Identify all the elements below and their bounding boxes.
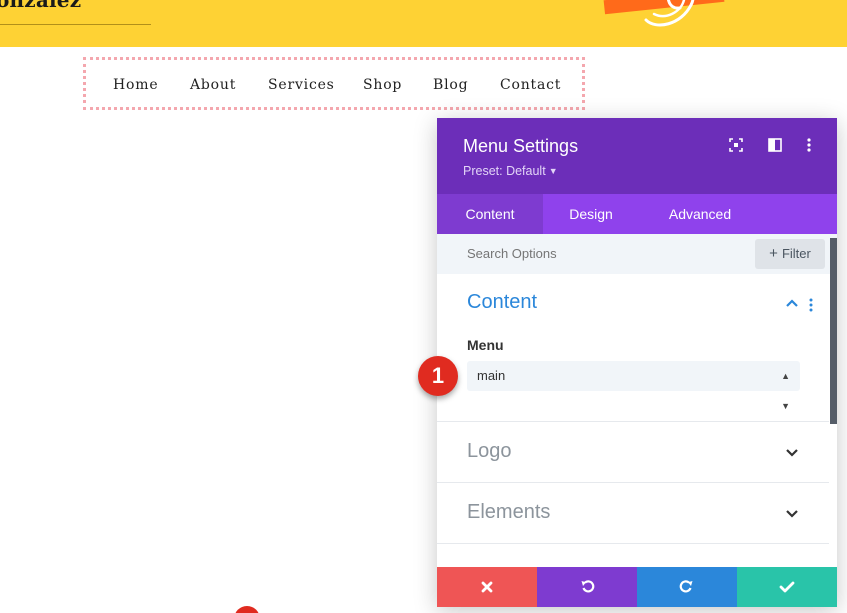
tab-content[interactable]: Content	[437, 194, 543, 234]
logo-section-title: Logo	[467, 440, 512, 462]
caret-down-icon: ▼	[548, 166, 558, 176]
preset-label: Preset: Default	[463, 164, 546, 178]
nav-item-contact[interactable]: Contact	[500, 77, 561, 93]
elements-section-title: Elements	[467, 501, 551, 523]
partial-step-badge	[234, 606, 260, 613]
site-header: onzalez	[0, 0, 847, 47]
tab-design[interactable]: Design	[543, 194, 639, 234]
divider	[437, 543, 829, 544]
split-view-icon[interactable]	[767, 137, 783, 153]
site-title[interactable]: onzalez	[0, 0, 81, 12]
preset-selector[interactable]: Preset: Default ▼	[463, 164, 558, 178]
redo-button[interactable]	[637, 567, 737, 607]
save-button[interactable]	[737, 567, 837, 607]
nav-item-shop[interactable]: Shop	[363, 77, 402, 93]
settings-tabs: Content Design Advanced	[437, 194, 837, 234]
modal-header: Menu Settings Preset: Default ▼	[437, 118, 837, 194]
decorative-swirl-icon	[644, 0, 695, 27]
logo-section-toggle[interactable]: Logo	[437, 422, 829, 482]
search-options-input[interactable]	[467, 246, 727, 261]
menu-module[interactable]: Home About Services Shop Blog Contact	[83, 57, 585, 110]
menu-field-label: Menu	[467, 337, 504, 353]
nav-item-home[interactable]: Home	[113, 77, 158, 93]
nav-item-about[interactable]: About	[190, 77, 236, 93]
filter-button[interactable]: + Filter	[755, 239, 825, 269]
content-section-title[interactable]: Content	[467, 291, 537, 314]
undo-icon	[581, 580, 595, 593]
title-underline	[0, 24, 151, 25]
content-section: Content Menu main ▲ ▼	[437, 274, 837, 422]
menu-select[interactable]: main ▲ ▼	[467, 361, 800, 411]
undo-button[interactable]	[537, 567, 637, 607]
filter-label: Filter	[781, 246, 811, 261]
nav-item-blog[interactable]: Blog	[433, 77, 468, 93]
step-number-badge: 1	[418, 356, 458, 396]
chevron-up-icon[interactable]	[785, 298, 799, 308]
redo-icon	[679, 580, 693, 593]
save-check-icon	[779, 581, 795, 593]
cancel-icon	[481, 581, 493, 593]
chevron-down-icon	[786, 510, 798, 518]
modal-title: Menu Settings	[463, 136, 579, 156]
plus-icon: +	[769, 245, 778, 262]
modal-footer	[437, 567, 837, 607]
more-options-icon[interactable]	[801, 137, 817, 153]
section-options-icon[interactable]	[809, 298, 813, 312]
chevron-down-icon	[786, 449, 798, 457]
fullscreen-icon[interactable]	[728, 137, 744, 153]
cancel-button[interactable]	[437, 567, 537, 607]
elements-section-toggle[interactable]: Elements	[437, 483, 829, 543]
menu-select-value: main	[477, 368, 506, 383]
menu-settings-modal: Menu Settings Preset: Default ▼ Content D…	[437, 118, 837, 607]
select-arrows-icon: ▲ ▼	[781, 371, 790, 411]
search-row: +Filter	[437, 234, 837, 274]
panel-scrollbar[interactable]	[830, 238, 837, 424]
nav-item-services[interactable]: Services	[268, 77, 335, 93]
tab-advanced[interactable]: Advanced	[639, 194, 761, 234]
